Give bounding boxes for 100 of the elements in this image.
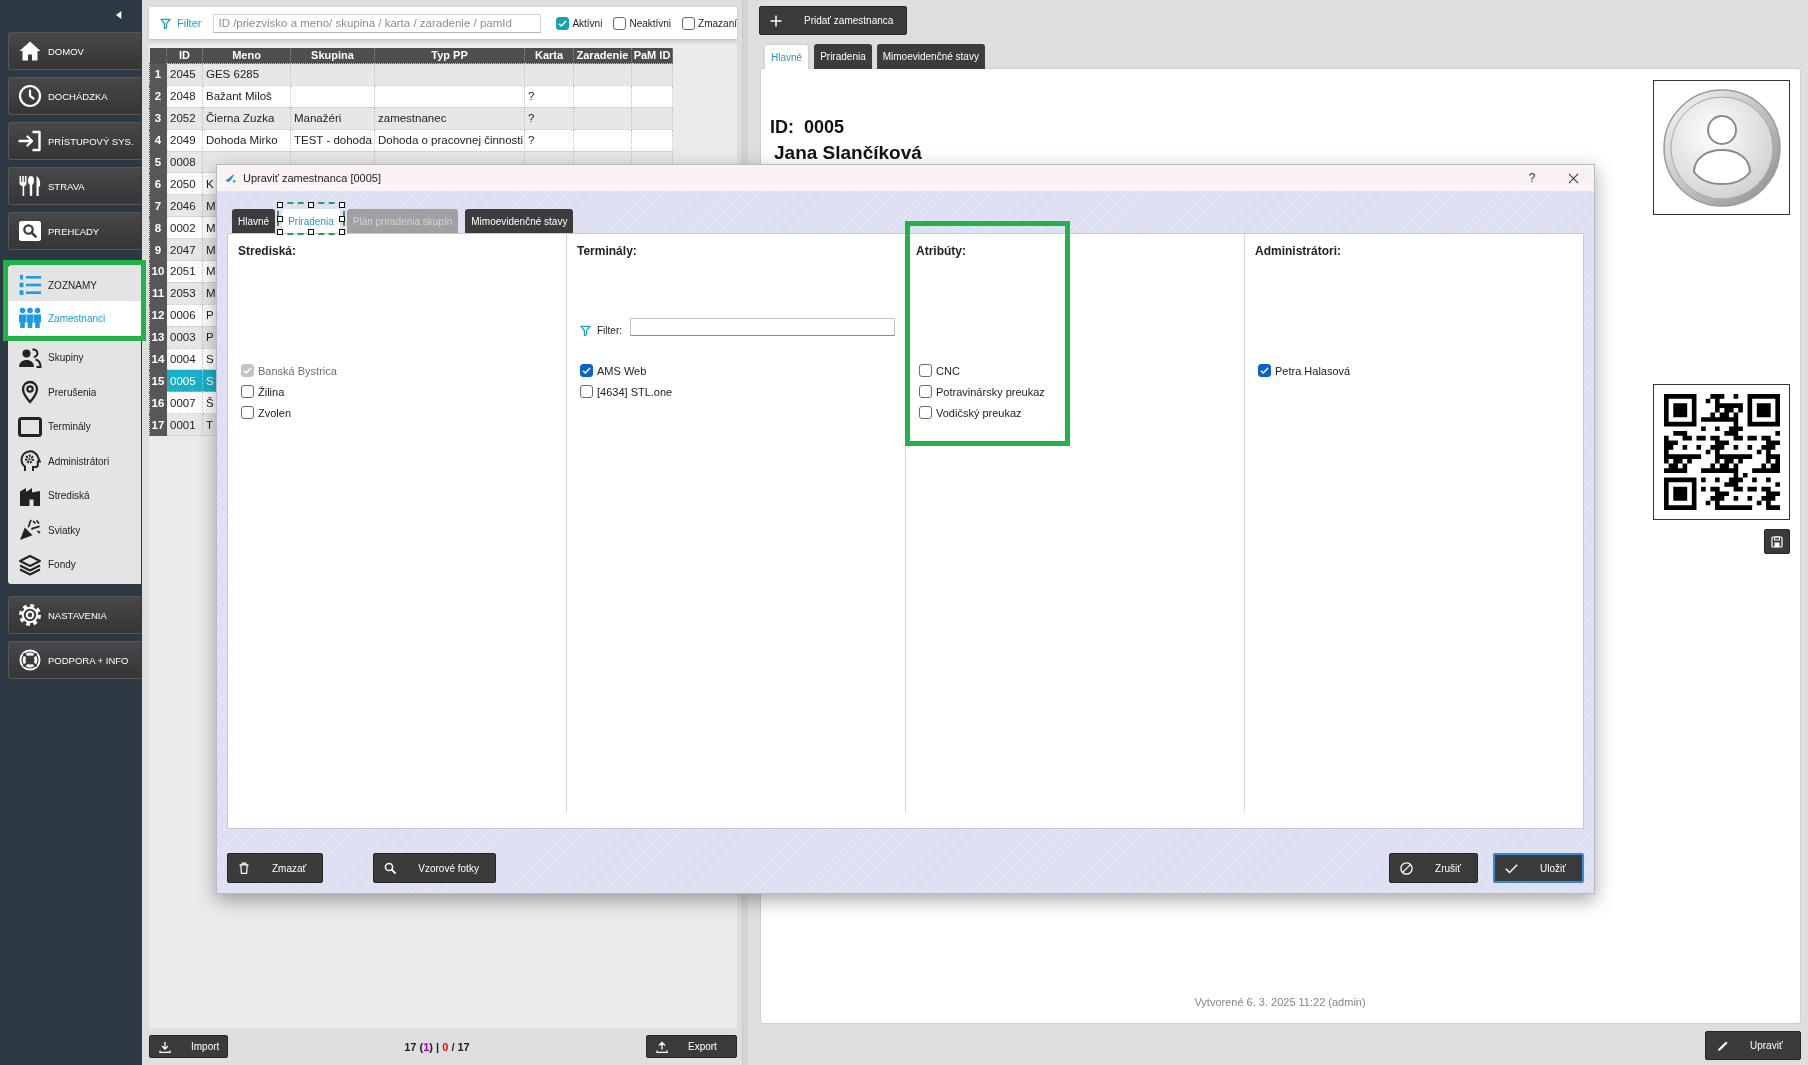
- checkbox[interactable]: [919, 364, 932, 377]
- row-number: 1: [154, 68, 162, 81]
- employee-id: 2046: [170, 199, 196, 212]
- nav-button[interactable]: PRÍSTUPOVÝ SYS.: [8, 122, 141, 160]
- nav-item[interactable]: Skupiny: [8, 340, 141, 375]
- help-button[interactable]: ?: [1520, 166, 1544, 190]
- column-heading: Atribúty:: [916, 244, 966, 258]
- nav-button[interactable]: DOCHÁDZKA: [8, 77, 141, 115]
- employee-id: 2045: [170, 68, 196, 81]
- action-button[interactable]: Vzorové fotky: [373, 853, 496, 883]
- home-icon: [18, 39, 42, 63]
- employee-id: 2051: [170, 265, 196, 278]
- employee-id: 0003: [170, 331, 196, 344]
- checkbox-label: Vodičský preukaz: [936, 406, 1022, 419]
- tab[interactable]: Priradenia: [814, 44, 872, 69]
- employee-name: M: [206, 199, 216, 212]
- tablet-icon: [18, 414, 42, 439]
- action-button[interactable]: Zmazať: [227, 853, 324, 883]
- row-number: 3: [154, 112, 162, 125]
- sign-in-icon: [18, 129, 42, 153]
- employee-name: Jana Slančíková: [774, 142, 922, 163]
- row-number: 6: [154, 177, 162, 190]
- nav-item[interactable]: Administrátori: [8, 444, 141, 479]
- collapse-arrow-icon: [116, 9, 124, 21]
- checkbox[interactable]: [556, 16, 570, 30]
- checkbox-label: Zmazaní: [698, 17, 737, 29]
- search-field[interactable]: ID /priezvisko a meno/ skupina / karta / zaradenie / pamId: [213, 13, 542, 33]
- save-icon: [1771, 535, 1783, 548]
- checkbox-label: Petra Halasová: [1275, 364, 1351, 377]
- checkbox-label: Zvolen: [258, 406, 292, 419]
- import-button[interactable]: Import: [149, 1035, 228, 1058]
- nav-button[interactable]: PREHĽADY: [8, 212, 141, 250]
- employee-name: P: [206, 331, 214, 344]
- checkbox-label: AMS Web: [597, 364, 647, 377]
- employee-id: 2048: [170, 90, 196, 103]
- employee-name: Dohoda Mirko: [206, 134, 278, 147]
- employee-name: T: [206, 418, 214, 431]
- employee-name: Š: [206, 396, 214, 409]
- column-heading: Terminály:: [577, 244, 637, 258]
- pencil-icon: [1717, 1039, 1729, 1052]
- nav-button[interactable]: PODPORA + INFO: [8, 641, 141, 679]
- id-label: ID:: [770, 116, 794, 138]
- nav-item[interactable]: Prerušenia: [8, 375, 141, 410]
- employee-id: 2047: [170, 243, 196, 256]
- nav-item[interactable]: Strediská: [8, 478, 141, 513]
- employee-id: 0006: [170, 309, 196, 322]
- checkbox[interactable]: [613, 16, 627, 30]
- plus-icon: [770, 14, 782, 27]
- add-employee-button[interactable]: Pridať zamestnanca: [759, 6, 907, 35]
- search-icon: [384, 862, 397, 874]
- employment-type: Dohoda o pracovnej činnosti: [378, 134, 524, 147]
- search-icon: [18, 219, 42, 243]
- save-button[interactable]: [1764, 529, 1790, 554]
- row-number: 9: [154, 243, 162, 256]
- checkbox-label: [4634] STL.one: [597, 385, 673, 398]
- checkbox[interactable]: [682, 16, 696, 30]
- people-icon: [18, 306, 42, 331]
- employee-name: Čierna Zuzka: [206, 112, 275, 125]
- download-icon: [159, 1040, 171, 1053]
- row-number: 15: [151, 374, 165, 387]
- nav-button[interactable]: NASTAVENIA: [8, 596, 141, 634]
- row-number: 2: [154, 90, 162, 103]
- trash-icon: [238, 862, 250, 874]
- filter-icon: [160, 17, 171, 29]
- employee-name: P: [206, 309, 214, 322]
- tab[interactable]: Mimoevidenčné stavy: [876, 44, 985, 69]
- export-button[interactable]: Export: [646, 1035, 737, 1058]
- row-number: 16: [151, 396, 165, 409]
- nav-item[interactable]: Terminály: [8, 409, 141, 444]
- nav-item[interactable]: Fondy: [8, 547, 141, 582]
- employee-name: GES 6285: [206, 68, 260, 81]
- filter-field[interactable]: [630, 318, 895, 336]
- created-info: Vytvorené 6. 3. 2025 11:22 (admin): [1194, 996, 1366, 1008]
- checkbox[interactable]: [919, 406, 932, 419]
- party-popper-icon: [18, 518, 42, 543]
- checkbox-label: Potravinársky preukaz: [936, 385, 1045, 398]
- employee-id: 0002: [170, 221, 196, 234]
- nav-button[interactable]: DOMOV: [8, 32, 141, 70]
- checkbox[interactable]: [919, 385, 932, 398]
- checkbox[interactable]: [1258, 364, 1271, 377]
- edit-button[interactable]: Upraviť: [1705, 1031, 1801, 1060]
- settings-icon: [18, 603, 42, 627]
- action-button[interactable]: Uložiť: [1493, 853, 1584, 883]
- nav-button[interactable]: STRAVA: [8, 167, 141, 205]
- row-number: 11: [151, 287, 165, 300]
- row-number: 13: [151, 331, 165, 344]
- employee-id: 2049: [170, 134, 196, 147]
- cancel-icon: [1400, 861, 1414, 875]
- record-counter: 17 (1) | 0 / 17: [403, 1040, 471, 1053]
- employee-name: K: [206, 177, 214, 190]
- employee-id: 0001: [170, 418, 196, 431]
- employee-name: M: [206, 243, 216, 256]
- column-heading: Administrátori:: [1255, 244, 1341, 258]
- nav-item[interactable]: Sviatky: [8, 513, 141, 548]
- lifebuoy-icon: [18, 648, 42, 672]
- nav-section-header[interactable]: ZOZNAMY: [8, 269, 141, 301]
- cutlery-icon: [18, 174, 42, 198]
- row-number: 7: [154, 199, 162, 212]
- action-button[interactable]: Zrušiť: [1389, 853, 1478, 883]
- employee-name: M: [206, 287, 216, 300]
